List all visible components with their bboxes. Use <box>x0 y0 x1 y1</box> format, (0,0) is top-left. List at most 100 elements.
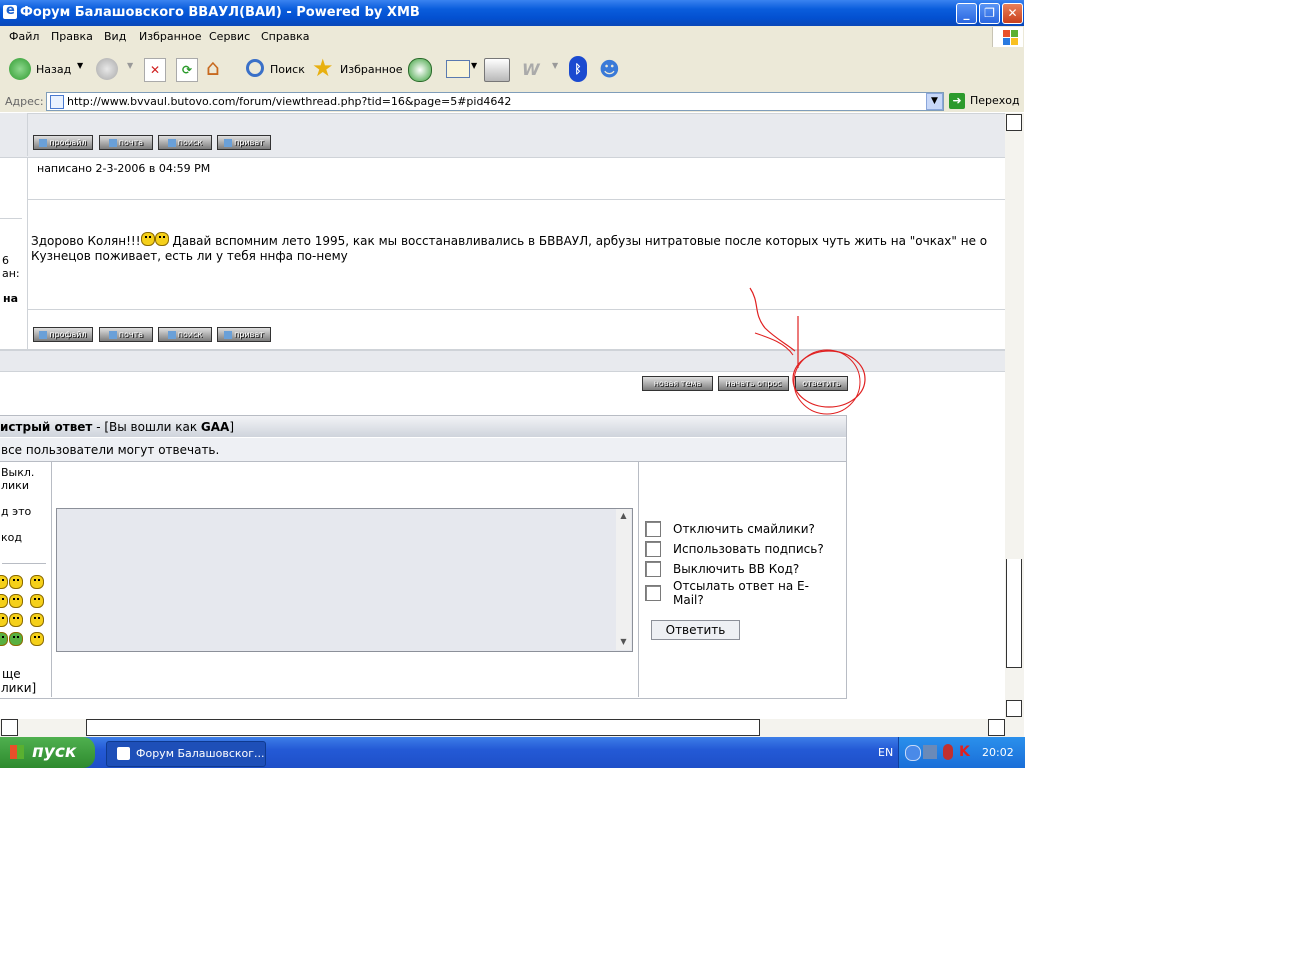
post-date: написано 2-3-2006 в 04:59 PM <box>37 162 211 175</box>
use-signature-label: Использовать подпись? <box>673 542 824 556</box>
go-button[interactable]: ➜ Переход <box>948 92 1024 110</box>
more-smilies-line-1[interactable]: ще <box>2 667 21 681</box>
scroll-down-button[interactable] <box>1006 700 1022 717</box>
smiley-icon[interactable] <box>30 613 44 627</box>
taskbar-window-button[interactable]: Форум Балашовског... <box>106 741 266 767</box>
smiley-icon[interactable] <box>30 575 44 589</box>
ie-task-icon <box>117 747 130 760</box>
clock: 20:02 <box>982 746 1014 759</box>
minimize-button[interactable]: _ <box>956 3 977 24</box>
new-topic-button[interactable]: новая тема <box>642 376 713 391</box>
address-label: Адрес: <box>5 95 44 108</box>
go-button-label: Переход <box>970 94 1020 107</box>
pm-button[interactable]: приват <box>217 327 271 342</box>
disable-smilies-label: Отключить смайлики? <box>673 522 815 536</box>
bluetooth-tray-icon[interactable] <box>943 744 953 760</box>
word-dropdown-icon[interactable]: ▼ <box>552 61 558 70</box>
email-button[interactable]: почта <box>99 327 153 342</box>
post-message-line-2: Кузнецов поживает, есть ли у тебя ннфа п… <box>31 249 348 263</box>
disable-bbcode-checkbox[interactable] <box>645 561 661 577</box>
left-label-3: д это <box>1 505 32 518</box>
smiley-icon[interactable] <box>30 632 44 646</box>
forward-icon[interactable] <box>96 58 118 80</box>
vertical-scrollbar[interactable] <box>1005 113 1024 719</box>
page-icon <box>50 95 64 109</box>
search-button-label[interactable]: Поиск <box>270 63 305 76</box>
scroll-down-icon[interactable]: ▼ <box>616 635 631 649</box>
language-indicator[interactable]: EN <box>878 746 893 759</box>
smiley-icon <box>140 232 155 246</box>
back-button-label[interactable]: Назад <box>36 63 71 76</box>
scroll-up-button[interactable] <box>1006 114 1022 131</box>
search-posts-button[interactable]: поиск <box>158 135 212 150</box>
title-bar: Форум Балашовского ВВАУЛ(ВАИ) - Powered … <box>0 0 1024 26</box>
mail-icon[interactable] <box>446 60 470 78</box>
forward-dropdown-icon[interactable]: ▼ <box>127 61 133 70</box>
post-message-line-1: Здорово Колян!!! Давай вспомним лето 199… <box>31 231 987 248</box>
left-label-4: код <box>1 531 22 544</box>
email-button[interactable]: почта <box>99 135 153 150</box>
scroll-left-button[interactable] <box>1 719 18 736</box>
bluetooth-icon[interactable]: ᛒ <box>569 56 587 82</box>
scroll-up-icon[interactable]: ▲ <box>616 509 631 523</box>
scroll-right-button[interactable] <box>988 719 1005 736</box>
scroll-thumb[interactable] <box>1006 559 1022 668</box>
use-signature-checkbox[interactable] <box>645 541 661 557</box>
profile-button[interactable]: профайл <box>33 135 93 150</box>
disable-smilies-checkbox[interactable] <box>645 521 661 537</box>
menu-favorites[interactable]: Избранное <box>139 30 201 43</box>
disable-bbcode-label: Выключить BB Код? <box>673 562 800 576</box>
back-icon[interactable] <box>9 58 31 80</box>
quick-reply-heading: истрый ответ <box>0 420 93 434</box>
post-text: Давай вспомним лето 1995, как мы восстан… <box>172 234 988 248</box>
menu-file[interactable]: Файл <box>9 30 39 43</box>
sad-smiley-icon[interactable] <box>9 575 23 589</box>
profile-button[interactable]: профайл <box>33 327 93 342</box>
favorites-button-label[interactable]: Избранное <box>340 63 402 76</box>
eyes-smiley-icon[interactable] <box>9 613 23 627</box>
network-icon[interactable] <box>923 745 937 759</box>
stop-icon[interactable]: ✕ <box>144 58 166 82</box>
refresh-icon[interactable]: ⟳ <box>176 58 198 82</box>
author-fragment-1: 6 <box>2 254 9 267</box>
go-arrow-icon: ➜ <box>949 93 965 109</box>
messenger-icon[interactable]: ☻ <box>599 58 623 80</box>
logged-in-prefix: - [Вы вошли как <box>92 420 201 434</box>
menu-view[interactable]: Вид <box>104 30 126 43</box>
smiley-icon <box>154 232 169 246</box>
smiley-icon[interactable] <box>30 594 44 608</box>
author-fragment-2: ан: <box>2 267 20 280</box>
email-notify-checkbox[interactable] <box>645 585 661 601</box>
menu-help[interactable]: Справка <box>261 30 309 43</box>
word-icon[interactable]: W <box>522 60 540 79</box>
antivirus-icon[interactable]: K <box>959 744 973 760</box>
start-button[interactable]: пуск <box>0 737 95 768</box>
history-icon[interactable] <box>408 58 432 82</box>
horizontal-scrollbar[interactable] <box>0 719 1024 737</box>
frog-smiley-icon[interactable] <box>9 632 23 646</box>
left-divider <box>2 563 46 564</box>
pm-button[interactable]: приват <box>217 135 271 150</box>
address-dropdown-icon[interactable]: ▼ <box>926 93 943 110</box>
search-posts-button[interactable]: поиск <box>158 327 212 342</box>
home-icon[interactable]: ⌂ <box>206 57 230 81</box>
menu-edit[interactable]: Правка <box>51 30 93 43</box>
search-icon[interactable] <box>246 59 264 77</box>
address-url[interactable]: http://www.bvvaul.butovo.com/forum/viewt… <box>67 95 511 108</box>
submit-reply-button[interactable]: Ответить <box>651 620 740 640</box>
more-smilies-line-2[interactable]: лики] <box>1 681 36 695</box>
favorites-star-icon[interactable]: ★ <box>312 55 334 81</box>
back-dropdown-icon[interactable]: ▼ <box>77 61 83 70</box>
textarea-scrollbar[interactable]: ▲ ▼ <box>616 509 631 650</box>
hscroll-thumb[interactable] <box>86 719 760 736</box>
close-button[interactable]: ✕ <box>1002 3 1023 24</box>
mail-dropdown-icon[interactable]: ▼ <box>471 61 477 70</box>
tray-expand-icon[interactable] <box>905 745 921 761</box>
restore-button[interactable]: ❐ <box>979 3 1000 24</box>
menu-tools[interactable]: Сервис <box>209 30 250 43</box>
message-textarea[interactable] <box>56 508 633 652</box>
cool-smiley-icon[interactable] <box>9 594 23 608</box>
address-input[interactable]: http://www.bvvaul.butovo.com/forum/viewt… <box>46 92 944 111</box>
options-column-divider <box>638 462 639 697</box>
print-icon[interactable] <box>484 58 510 82</box>
